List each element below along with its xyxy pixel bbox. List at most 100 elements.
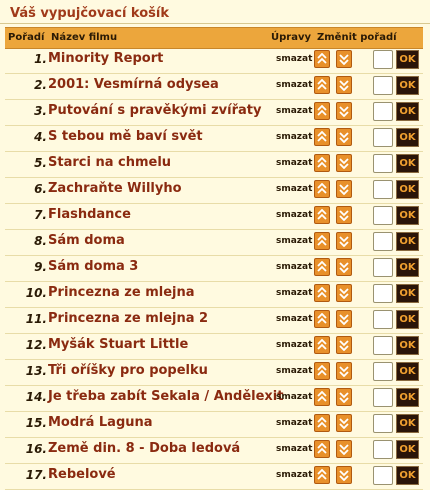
position-input[interactable] (373, 128, 393, 147)
move-down-button[interactable] (336, 336, 352, 354)
row-order-number: 2. (34, 78, 47, 92)
delete-link[interactable]: smazat (276, 444, 312, 454)
film-list: 1. Minority Report smazat OK 2. 2001: Vesmírn… (5, 48, 423, 490)
ok-button[interactable]: OK (396, 284, 419, 303)
delete-link[interactable]: smazat (276, 288, 312, 298)
move-down-button[interactable] (336, 180, 352, 198)
delete-link[interactable]: smazat (276, 80, 312, 90)
move-up-button[interactable] (314, 362, 330, 380)
move-down-button[interactable] (336, 414, 352, 432)
move-down-button[interactable] (336, 440, 352, 458)
move-up-button[interactable] (314, 180, 330, 198)
move-down-button[interactable] (336, 388, 352, 406)
position-input[interactable] (373, 284, 393, 303)
delete-link[interactable]: smazat (276, 262, 312, 272)
delete-link[interactable]: smazat (276, 366, 312, 376)
row-order-number: 7. (34, 208, 47, 222)
ok-button[interactable]: OK (396, 310, 419, 329)
position-input[interactable] (373, 50, 393, 69)
move-up-button[interactable] (314, 414, 330, 432)
ok-button[interactable]: OK (396, 258, 419, 277)
ok-button[interactable]: OK (396, 388, 419, 407)
ok-button[interactable]: OK (396, 206, 419, 225)
move-down-button[interactable] (336, 102, 352, 120)
film-title: S tebou mě baví svět (48, 129, 203, 144)
move-up-button[interactable] (314, 310, 330, 328)
ok-button[interactable]: OK (396, 232, 419, 251)
row-order-number: 4. (34, 130, 47, 144)
move-down-button[interactable] (336, 362, 352, 380)
position-input[interactable] (373, 310, 393, 329)
ok-button[interactable]: OK (396, 102, 419, 121)
ok-button[interactable]: OK (396, 76, 419, 95)
move-up-button[interactable] (314, 50, 330, 68)
ok-button[interactable]: OK (396, 414, 419, 433)
position-input[interactable] (373, 206, 393, 225)
position-input[interactable] (373, 336, 393, 355)
film-title: Tři oříšky pro popelku (48, 363, 208, 378)
move-down-button[interactable] (336, 310, 352, 328)
row-order-number: 14. (25, 390, 47, 404)
move-down-button[interactable] (336, 50, 352, 68)
move-down-button[interactable] (336, 284, 352, 302)
move-up-button[interactable] (314, 154, 330, 172)
position-input[interactable] (373, 76, 393, 95)
move-down-button[interactable] (336, 258, 352, 276)
ok-button[interactable]: OK (396, 362, 419, 381)
film-title: 2001: Vesmírná odysea (48, 77, 219, 92)
film-title: Putování s pravěkými zvířaty (48, 103, 262, 118)
position-input[interactable] (373, 414, 393, 433)
position-input[interactable] (373, 232, 393, 251)
move-down-button[interactable] (336, 206, 352, 224)
move-up-button[interactable] (314, 206, 330, 224)
delete-link[interactable]: smazat (276, 158, 312, 168)
move-up-button[interactable] (314, 232, 330, 250)
row-order-number: 15. (25, 416, 47, 430)
position-input[interactable] (373, 440, 393, 459)
move-up-button[interactable] (314, 440, 330, 458)
position-input[interactable] (373, 466, 393, 485)
delete-link[interactable]: smazat (276, 392, 312, 402)
row-order-number: 13. (25, 364, 47, 378)
position-input[interactable] (373, 154, 393, 173)
move-up-button[interactable] (314, 388, 330, 406)
delete-link[interactable]: smazat (276, 236, 312, 246)
delete-link[interactable]: smazat (276, 314, 312, 324)
delete-link[interactable]: smazat (276, 210, 312, 220)
position-input[interactable] (373, 258, 393, 277)
position-input[interactable] (373, 102, 393, 121)
ok-button[interactable]: OK (396, 440, 419, 459)
position-input[interactable] (373, 362, 393, 381)
move-down-button[interactable] (336, 466, 352, 484)
table-row: 8. Sám doma smazat OK (5, 230, 423, 256)
delete-link[interactable]: smazat (276, 132, 312, 142)
move-up-button[interactable] (314, 128, 330, 146)
move-down-button[interactable] (336, 76, 352, 94)
delete-link[interactable]: smazat (276, 340, 312, 350)
table-header: Pořadí Název filmu Úpravy Změnit pořadí (5, 27, 423, 49)
ok-button[interactable]: OK (396, 466, 419, 485)
ok-button[interactable]: OK (396, 50, 419, 69)
delete-link[interactable]: smazat (276, 106, 312, 116)
position-input[interactable] (373, 388, 393, 407)
delete-link[interactable]: smazat (276, 54, 312, 64)
row-order-number: 17. (25, 468, 47, 482)
move-up-button[interactable] (314, 466, 330, 484)
move-up-button[interactable] (314, 284, 330, 302)
ok-button[interactable]: OK (396, 336, 419, 355)
move-up-button[interactable] (314, 336, 330, 354)
move-up-button[interactable] (314, 76, 330, 94)
table-row: 13. Tři oříšky pro popelku smazat OK (5, 360, 423, 386)
ok-button[interactable]: OK (396, 180, 419, 199)
move-up-button[interactable] (314, 102, 330, 120)
delete-link[interactable]: smazat (276, 418, 312, 428)
table-row: 14. Je třeba zabít Sekala / Andělexit smaz… (5, 386, 423, 412)
ok-button[interactable]: OK (396, 154, 419, 173)
move-down-button[interactable] (336, 232, 352, 250)
delete-link[interactable]: smazat (276, 184, 312, 194)
move-down-button[interactable] (336, 154, 352, 172)
move-down-button[interactable] (336, 128, 352, 146)
position-input[interactable] (373, 180, 393, 199)
ok-button[interactable]: OK (396, 128, 419, 147)
move-up-button[interactable] (314, 258, 330, 276)
